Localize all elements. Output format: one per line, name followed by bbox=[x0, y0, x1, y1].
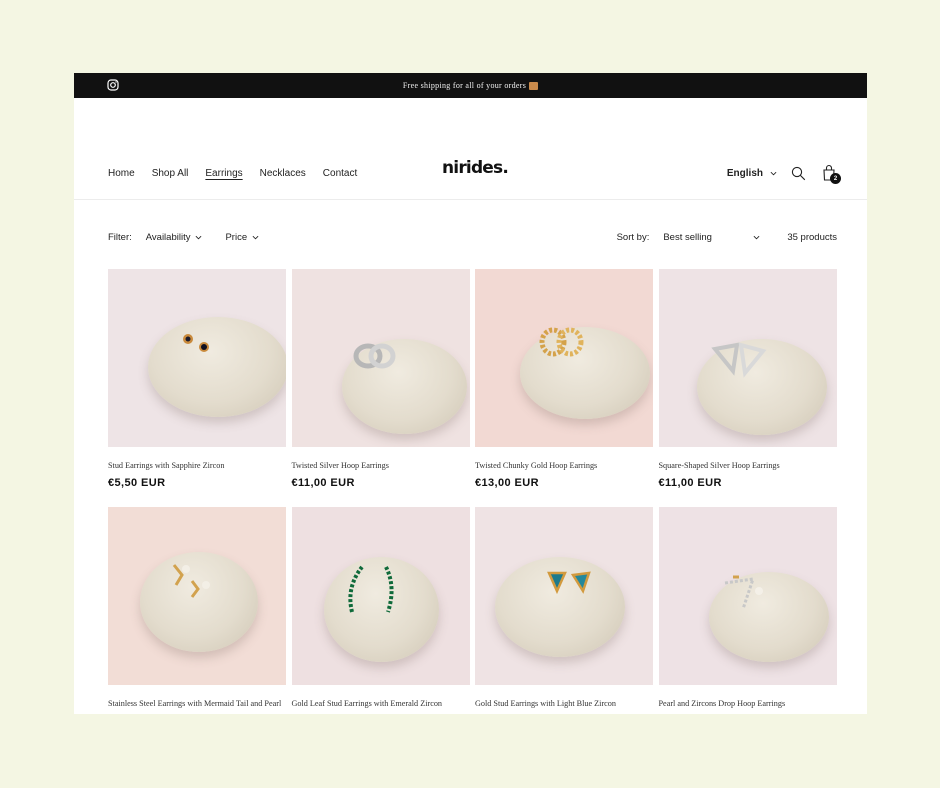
store-page: Free shipping for all of your orders Hom… bbox=[74, 73, 867, 714]
product-card[interactable]: Twisted Chunky Gold Hoop Earrings €13,00 … bbox=[475, 269, 653, 507]
product-price: €13,00 EUR bbox=[475, 477, 539, 489]
product-card[interactable]: Stud Earrings with Sapphire Zircon €5,50 … bbox=[108, 269, 286, 507]
nav-earrings[interactable]: Earrings bbox=[205, 168, 242, 179]
availability-label: Availability bbox=[145, 232, 191, 243]
cart-count-badge: 2 bbox=[830, 173, 841, 184]
product-card[interactable]: Gold Leaf Stud Earrings with Emerald Zir… bbox=[291, 507, 470, 714]
product-title[interactable]: Pearl and Zircons Drop Hoop Earrings bbox=[659, 698, 837, 710]
chevron-down-icon bbox=[196, 235, 202, 240]
announcement-bar: Free shipping for all of your orders bbox=[74, 73, 867, 98]
earring-illustration bbox=[537, 325, 587, 364]
collection-toolbar: Filter: Availability Price Sort by: Best… bbox=[108, 232, 837, 246]
search-icon[interactable] bbox=[791, 166, 806, 181]
earring-illustration bbox=[166, 555, 226, 610]
product-image[interactable] bbox=[291, 507, 470, 685]
product-card[interactable]: Twisted Silver Hoop Earrings €11,00 EUR bbox=[291, 269, 470, 507]
filter-group: Filter: Availability Price bbox=[108, 232, 259, 243]
nav-shop-all[interactable]: Shop All bbox=[152, 168, 189, 179]
product-card[interactable]: Stainless Steel Earrings with Mermaid Ta… bbox=[108, 507, 286, 714]
site-header: Home Shop All Earrings Necklaces Contact… bbox=[74, 98, 867, 200]
nav-necklaces[interactable]: Necklaces bbox=[260, 168, 306, 179]
sort-value: Best selling bbox=[663, 232, 712, 243]
header-actions: English 2 bbox=[727, 164, 841, 184]
availability-filter[interactable]: Availability bbox=[146, 232, 203, 243]
product-image[interactable] bbox=[658, 507, 837, 685]
sort-select[interactable]: Best selling bbox=[663, 232, 760, 243]
sort-group: Sort by: Best selling 35 products bbox=[617, 232, 837, 243]
product-image[interactable] bbox=[658, 269, 837, 447]
chevron-down-icon bbox=[252, 235, 259, 240]
product-price: €11,00 EUR bbox=[658, 477, 722, 489]
nav-home[interactable]: Home bbox=[108, 168, 135, 179]
product-title[interactable]: Stud Earrings with Sapphire Zircon bbox=[108, 460, 286, 472]
main-nav: Home Shop All Earrings Necklaces Contact bbox=[108, 168, 374, 179]
product-price: €11,00 EUR bbox=[291, 477, 355, 489]
product-image[interactable] bbox=[475, 507, 653, 685]
package-icon bbox=[529, 81, 539, 90]
product-card[interactable]: Gold Stud Earrings with Light Blue Zirco… bbox=[475, 507, 653, 714]
earring-illustration bbox=[350, 341, 400, 376]
product-image[interactable] bbox=[108, 507, 286, 685]
instagram-icon[interactable] bbox=[107, 79, 119, 91]
product-price: €5,50 EUR bbox=[108, 477, 166, 489]
filter-label: Filter: bbox=[108, 232, 132, 243]
brand-logo[interactable]: nirides. bbox=[442, 158, 509, 178]
language-label: English bbox=[726, 167, 763, 179]
product-grid: Stud Earrings with Sapphire Zircon €5,50 … bbox=[108, 269, 837, 714]
earring-illustration bbox=[178, 327, 218, 362]
product-card[interactable]: Pearl and Zircons Drop Hoop Earrings bbox=[658, 507, 837, 714]
product-image[interactable] bbox=[475, 269, 653, 447]
cart-button[interactable]: 2 bbox=[821, 164, 841, 184]
product-card[interactable]: Square-Shaped Silver Hoop Earrings €11,00… bbox=[658, 269, 837, 507]
product-title[interactable]: Stainless Steel Earrings with Mermaid Ta… bbox=[108, 698, 286, 710]
nav-contact[interactable]: Contact bbox=[323, 168, 357, 179]
product-image[interactable] bbox=[108, 269, 286, 447]
chevron-down-icon bbox=[770, 171, 777, 175]
product-title[interactable]: Gold Stud Earrings with Light Blue Zirco… bbox=[475, 698, 653, 710]
earring-illustration bbox=[709, 339, 769, 384]
price-filter[interactable]: Price bbox=[225, 232, 259, 243]
language-selector[interactable]: English bbox=[727, 168, 777, 179]
earring-illustration bbox=[545, 569, 595, 604]
price-filter-label: Price bbox=[225, 232, 248, 243]
product-title[interactable]: Square-Shaped Silver Hoop Earrings bbox=[659, 460, 837, 472]
earring-illustration bbox=[719, 573, 779, 618]
earring-illustration bbox=[340, 557, 400, 622]
product-title[interactable]: Twisted Chunky Gold Hoop Earrings bbox=[475, 460, 653, 472]
sort-label: Sort by: bbox=[616, 232, 650, 243]
product-title[interactable]: Twisted Silver Hoop Earrings bbox=[292, 460, 470, 472]
chevron-down-icon bbox=[753, 235, 760, 240]
product-title[interactable]: Gold Leaf Stud Earrings with Emerald Zir… bbox=[292, 698, 470, 710]
product-count: 35 products bbox=[787, 232, 837, 243]
announcement-text: Free shipping for all of your orders bbox=[402, 81, 527, 90]
product-image[interactable] bbox=[291, 269, 470, 447]
